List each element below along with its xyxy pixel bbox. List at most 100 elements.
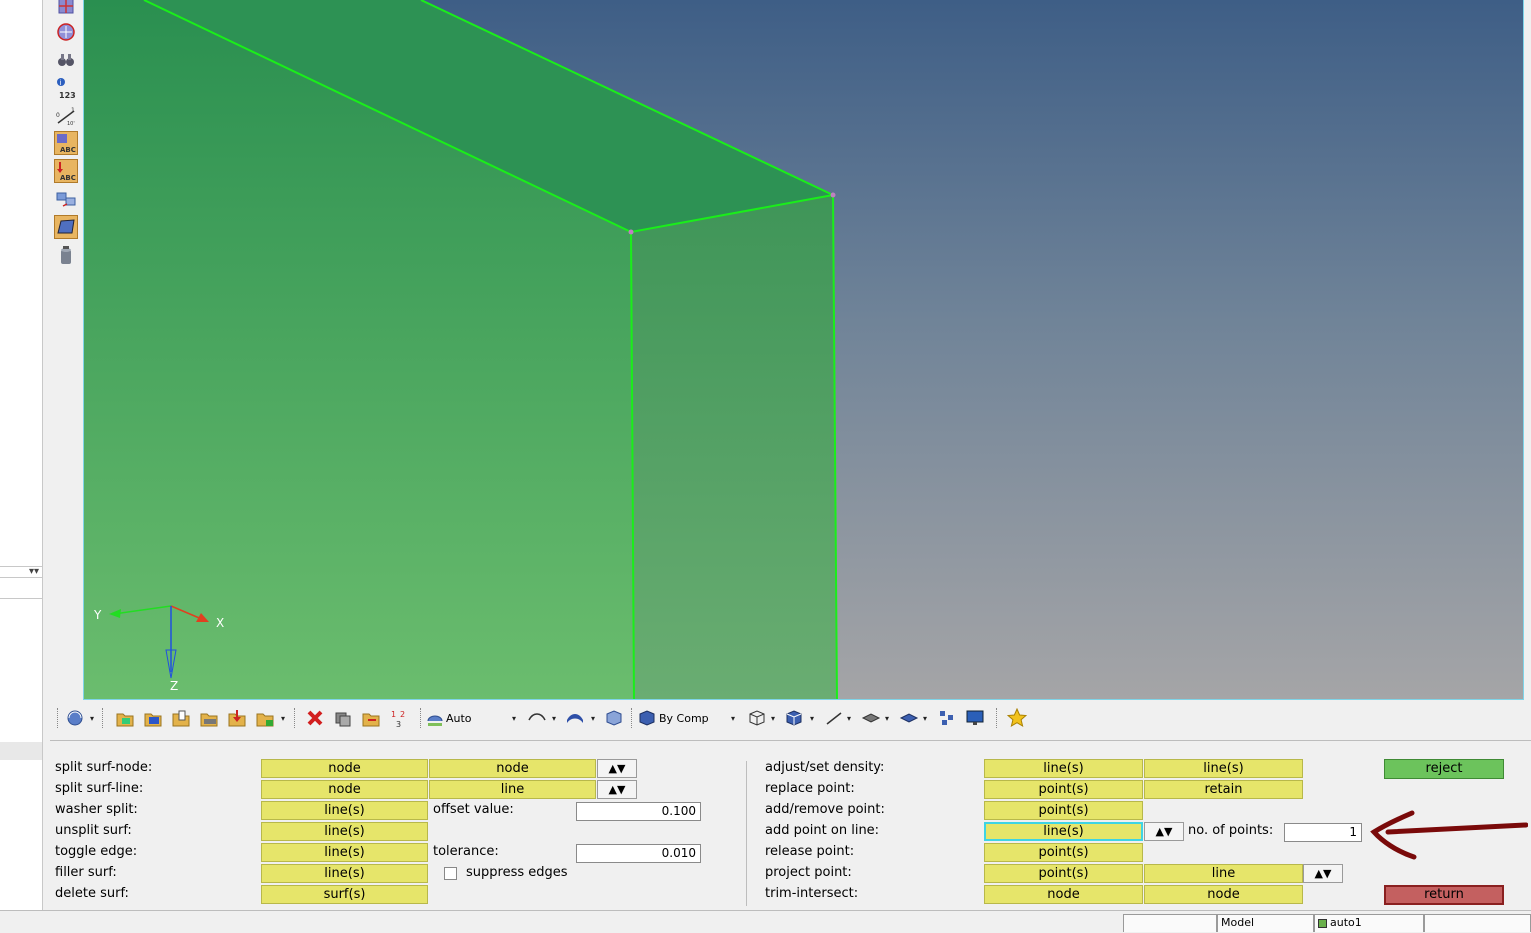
toggle-edge-lines-button[interactable]: line(s) (261, 843, 428, 862)
dropdown-caret-icon[interactable]: ▾ (731, 714, 735, 723)
tolerance-input[interactable]: 0.010 (576, 844, 701, 863)
split-surf-node-toggle[interactable]: ▲▼ (597, 759, 637, 778)
svg-text:i: i (60, 79, 62, 87)
toolbar-separator (294, 708, 296, 728)
rotate-view-icon[interactable] (64, 707, 86, 729)
offset-value-label: offset value: (433, 802, 514, 817)
dropdown-caret-icon[interactable]: ▾ (923, 714, 927, 723)
svg-text:2: 2 (400, 710, 405, 719)
binoculars-icon[interactable] (54, 48, 78, 72)
status-message-cell (1123, 914, 1217, 932)
status-component-cell[interactable]: auto1 (1314, 914, 1424, 932)
plane-display-icon[interactable] (860, 707, 882, 729)
dropdown-caret-icon[interactable]: ▾ (847, 714, 851, 723)
visualization-mode-icon[interactable] (424, 707, 446, 729)
trim-intersect-label: trim-intersect: (765, 886, 859, 901)
visual-mode-value: Auto (446, 711, 472, 725)
dropdown-caret-icon[interactable]: ▾ (591, 714, 595, 723)
add-point-on-line-lines-button[interactable]: line(s) (984, 822, 1143, 841)
svg-text:3: 3 (396, 720, 401, 728)
shaded-mesh-icon[interactable] (783, 707, 805, 729)
release-point-points-button[interactable]: point(s) (984, 843, 1143, 862)
side-face[interactable] (631, 195, 837, 700)
export-icon[interactable] (226, 707, 248, 729)
graphics-viewport[interactable]: Y X Z (83, 0, 1524, 700)
save-as-icon[interactable] (254, 707, 276, 729)
trim-intersect-second-node-button[interactable]: node (1144, 885, 1303, 904)
solid-display-icon[interactable] (603, 707, 625, 729)
dropdown-caret-icon[interactable]: ▾ (281, 714, 285, 723)
split-surf-line-toggle[interactable]: ▲▼ (597, 780, 637, 799)
split-surf-node-node-button[interactable]: node (261, 759, 428, 778)
cylinder-icon[interactable] (54, 244, 78, 268)
dropdown-caret-icon[interactable]: ▾ (90, 714, 94, 723)
svg-text:0: 0 (56, 112, 60, 119)
surface-display-icon[interactable] (564, 707, 586, 729)
dropdown-caret-icon[interactable]: ▾ (771, 714, 775, 723)
import-icon[interactable] (142, 707, 164, 729)
line-display-icon[interactable] (823, 707, 845, 729)
unsplit-surf-lines-button[interactable]: line(s) (261, 822, 428, 841)
pane-selected-row[interactable] (0, 742, 42, 760)
trim-intersect-node-button[interactable]: node (984, 885, 1143, 904)
surface-select-icon[interactable] (54, 215, 78, 239)
view-icon-2[interactable] (54, 20, 78, 44)
retain-button[interactable]: retain (1144, 780, 1303, 799)
element-display-icon[interactable] (898, 707, 920, 729)
scale-icon[interactable]: 0 1 10' (54, 104, 78, 128)
vertex-point[interactable] (628, 229, 634, 235)
washer-split-lines-button[interactable]: line(s) (261, 801, 428, 820)
status-model-cell: Model (1217, 914, 1314, 932)
project-point-points-button[interactable]: point(s) (984, 864, 1143, 883)
svg-text:ABC: ABC (60, 146, 76, 154)
offset-value-input[interactable]: 0.100 (576, 802, 701, 821)
dropdown-caret-icon[interactable]: ▾ (512, 714, 516, 723)
abc-label-icon-1[interactable]: ABC (54, 131, 78, 155)
import-cad-icon[interactable] (170, 707, 192, 729)
adjust-density-second-lines-button[interactable]: line(s) (1144, 759, 1303, 778)
collapse-chevron-icon[interactable]: ▾▾ (29, 566, 39, 577)
dropdown-caret-icon[interactable]: ▾ (810, 714, 814, 723)
add-point-on-line-toggle[interactable]: ▲▼ (1144, 822, 1184, 841)
info-123-icon[interactable]: i 123 (54, 76, 78, 100)
vertex-point[interactable] (830, 192, 836, 198)
delete-surf-surfs-button[interactable]: surf(s) (261, 885, 428, 904)
view-icon-1[interactable] (54, 0, 78, 18)
return-button[interactable]: return (1384, 885, 1504, 905)
model-canvas[interactable]: Y X Z (84, 0, 1524, 700)
dropdown-caret-icon[interactable]: ▾ (885, 714, 889, 723)
wireframe-icon[interactable] (746, 707, 768, 729)
renumber-icon[interactable]: 123 (388, 707, 410, 729)
color-mode-select[interactable]: By Comp (659, 708, 739, 728)
status-bar: Model auto1 (0, 910, 1531, 933)
no-of-points-input[interactable]: 1 (1284, 823, 1362, 842)
distribute-icon[interactable] (936, 707, 958, 729)
adjust-density-lines-button[interactable]: line(s) (984, 759, 1143, 778)
suppress-edges-checkbox[interactable] (444, 867, 457, 880)
reject-button[interactable]: reject (1384, 759, 1504, 779)
split-surf-node-second-node-button[interactable]: node (429, 759, 596, 778)
toolbar-separator (996, 708, 998, 728)
favorite-star-icon[interactable] (1006, 707, 1028, 729)
import-solver-icon[interactable] (198, 707, 220, 729)
add-remove-point-points-button[interactable]: point(s) (984, 801, 1143, 820)
project-point-toggle[interactable]: ▲▼ (1303, 864, 1343, 883)
tolerance-label: tolerance: (433, 844, 499, 859)
status-model-label: Model (1221, 916, 1255, 929)
dropdown-caret-icon[interactable]: ▾ (552, 714, 556, 723)
shaded-surface-icon[interactable] (526, 707, 548, 729)
delete-icon[interactable] (304, 707, 326, 729)
mask-icon[interactable] (332, 707, 354, 729)
transform-icon[interactable] (54, 187, 78, 211)
organize-icon[interactable] (360, 707, 382, 729)
abc-label-icon-2[interactable]: ABC (54, 159, 78, 183)
color-by-icon[interactable] (636, 707, 658, 729)
project-point-line-button[interactable]: line (1144, 864, 1303, 883)
filler-surf-lines-button[interactable]: line(s) (261, 864, 428, 883)
monitor-icon[interactable] (964, 707, 986, 729)
open-model-icon[interactable] (114, 707, 136, 729)
release-point-label: release point: (765, 844, 855, 859)
split-surf-line-node-button[interactable]: node (261, 780, 428, 799)
replace-point-points-button[interactable]: point(s) (984, 780, 1143, 799)
split-surf-line-line-button[interactable]: line (429, 780, 596, 799)
